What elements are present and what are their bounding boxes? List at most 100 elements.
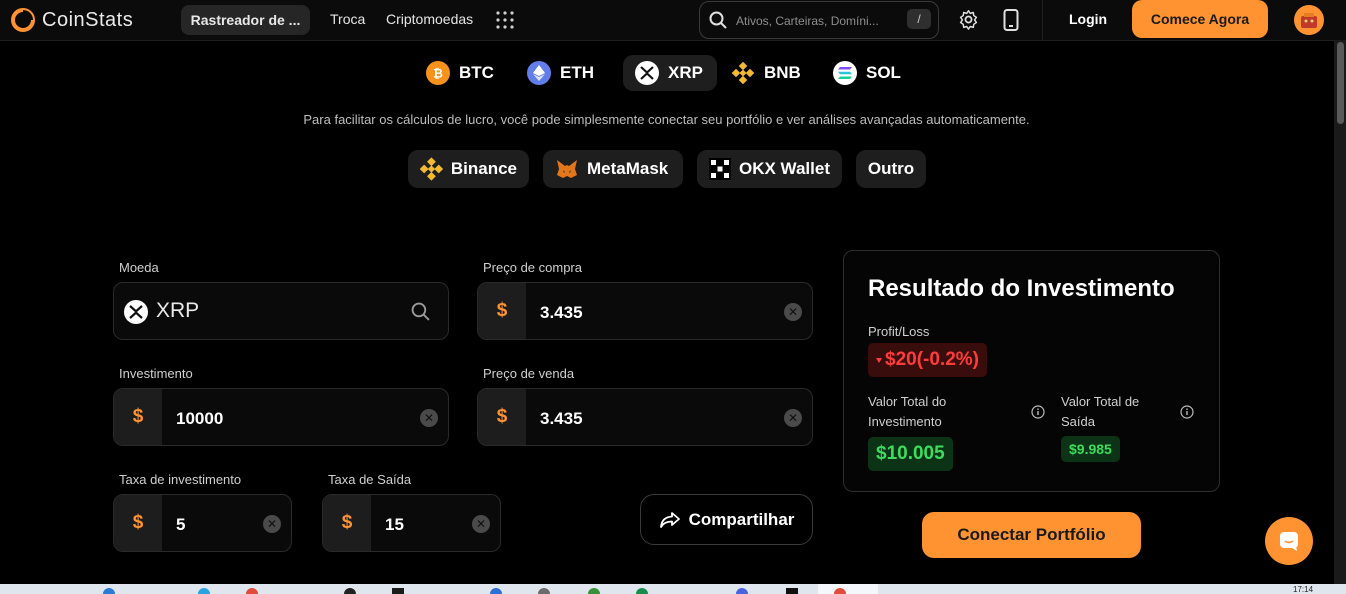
- svg-text:₿: ₿: [433, 67, 443, 81]
- taskbar-app-icon[interactable]: [246, 588, 258, 594]
- avatar-icon: [1301, 13, 1317, 28]
- sell-price-input[interactable]: [538, 407, 762, 431]
- taskbar-app-icon[interactable]: [103, 588, 115, 594]
- dollar-sign: $: [323, 495, 371, 551]
- get-started-button[interactable]: Comece Agora: [1132, 0, 1268, 38]
- nav-cryptocurrencies[interactable]: Criptomoedas: [386, 11, 473, 27]
- exit-fee-input[interactable]: [383, 513, 467, 537]
- tab-xrp[interactable]: XRP: [623, 55, 717, 91]
- total-investment-label: Valor Total do Investimento: [868, 394, 947, 429]
- brand-name: CoinStats: [42, 8, 134, 31]
- selected-coin: XRP: [156, 299, 200, 322]
- taskbar-app-icon[interactable]: [392, 588, 404, 594]
- taskbar-active-app[interactable]: [818, 584, 878, 594]
- binance-icon: [420, 157, 443, 181]
- top-header: CoinStats Rastreador de ... Troca Cripto…: [0, 0, 1346, 41]
- tab-label: SOL: [866, 63, 901, 82]
- login-link[interactable]: Login: [1069, 11, 1107, 27]
- investment-fee-label: Taxa de investimento: [119, 472, 242, 487]
- connect-portfolio-button[interactable]: Conectar Portfólio: [922, 512, 1141, 558]
- tab-sol[interactable]: SOL: [821, 55, 915, 91]
- coin-select[interactable]: XRP: [113, 282, 449, 340]
- clear-icon[interactable]: ✕: [784, 303, 802, 321]
- total-investment-value: $10.005: [868, 437, 953, 471]
- taskbar-app-icon[interactable]: [198, 588, 210, 594]
- wallet-label: Binance: [450, 159, 517, 178]
- coin-label: Moeda: [119, 260, 159, 275]
- wallet-binance-button[interactable]: Binance: [408, 150, 529, 188]
- clear-icon[interactable]: ✕: [472, 515, 490, 533]
- header-divider: [1042, 0, 1043, 40]
- search-icon[interactable]: [411, 302, 430, 321]
- xrp-icon: [124, 300, 148, 324]
- search-input[interactable]: [734, 10, 888, 32]
- taskbar-app-icon[interactable]: [588, 588, 600, 594]
- wallet-metamask-button[interactable]: MetaMask: [543, 150, 683, 188]
- tab-eth[interactable]: ETH: [515, 55, 608, 91]
- wallet-label: OKX Wallet: [739, 159, 830, 178]
- search-icon: [709, 11, 727, 29]
- dollar-sign: $: [114, 389, 162, 445]
- taskbar-app-icon[interactable]: [636, 588, 648, 594]
- nav-tracker[interactable]: Rastreador de ...: [181, 5, 310, 35]
- ethereum-icon: [527, 61, 551, 85]
- solana-icon: [833, 61, 857, 85]
- profit-loss-badge: $20(-0.2%): [868, 343, 987, 377]
- wallet-okx-button[interactable]: OKX Wallet: [697, 150, 842, 188]
- result-title: Resultado do Investimento: [868, 275, 1175, 302]
- taskbar-app-icon[interactable]: [736, 588, 748, 594]
- os-taskbar: 17:14: [0, 584, 1346, 594]
- total-exit-value: $9.985: [1061, 436, 1120, 462]
- taskbar-clock: 17:14: [1293, 585, 1314, 594]
- apps-grid-icon[interactable]: [496, 11, 514, 29]
- clear-icon[interactable]: ✕: [784, 409, 802, 427]
- tab-label: BNB: [764, 63, 801, 82]
- info-icon[interactable]: [1031, 405, 1045, 419]
- taskbar-app-icon[interactable]: [538, 588, 550, 594]
- tab-label: BTC: [459, 63, 494, 82]
- search-box[interactable]: /: [699, 1, 939, 39]
- tab-btc[interactable]: ₿ BTC: [414, 55, 508, 91]
- info-icon[interactable]: [1180, 405, 1194, 419]
- share-button[interactable]: Compartilhar: [640, 494, 813, 545]
- taskbar-app-icon[interactable]: [786, 588, 798, 594]
- taskbar-app-icon[interactable]: [344, 588, 356, 594]
- buy-price-field[interactable]: $ ✕: [477, 282, 813, 340]
- tab-bnb[interactable]: BNB: [719, 55, 815, 91]
- okx-icon: [709, 158, 731, 180]
- investment-result-card: Resultado do Investimento Profit/Loss $2…: [843, 250, 1220, 492]
- dollar-sign: $: [478, 283, 526, 339]
- tab-label: XRP: [668, 63, 703, 82]
- clear-icon[interactable]: ✕: [263, 515, 281, 533]
- connect-hint-text: Para facilitar os cálculos de lucro, voc…: [303, 112, 1030, 127]
- search-shortcut-key: /: [907, 9, 931, 29]
- sell-price-field[interactable]: $ ✕: [477, 388, 813, 446]
- chat-support-button[interactable]: [1265, 517, 1313, 565]
- settings-gear-icon[interactable]: [958, 9, 979, 30]
- mobile-phone-icon[interactable]: [1003, 9, 1019, 31]
- avatar[interactable]: [1294, 5, 1324, 35]
- wallet-other-button[interactable]: Outro: [856, 150, 926, 188]
- share-label: Compartilhar: [688, 509, 795, 529]
- investment-fee-input[interactable]: [174, 513, 258, 537]
- investment-label: Investimento: [119, 366, 193, 381]
- brand-logo[interactable]: CoinStats: [10, 7, 133, 33]
- xrp-icon: [635, 61, 659, 85]
- exit-fee-label: Taxa de Saída: [328, 472, 412, 487]
- clear-icon[interactable]: ✕: [420, 409, 438, 427]
- bitcoin-icon: ₿: [426, 61, 450, 85]
- total-exit-label: Valor Total de Saída: [1061, 394, 1140, 429]
- wallet-label: Outro: [867, 159, 915, 178]
- investment-fee-field[interactable]: $ ✕: [113, 494, 292, 552]
- investment-input[interactable]: [174, 407, 398, 431]
- taskbar-app-icon[interactable]: [490, 588, 502, 594]
- nav-exchange[interactable]: Troca: [330, 11, 365, 27]
- investment-field[interactable]: $ ✕: [113, 388, 449, 446]
- buy-price-input[interactable]: [538, 301, 762, 325]
- dollar-sign: $: [478, 389, 526, 445]
- buy-price-label: Preço de compra: [483, 260, 582, 275]
- exit-fee-field[interactable]: $ ✕: [322, 494, 501, 552]
- down-arrow-icon: [876, 357, 882, 363]
- scrollbar-thumb[interactable]: [1337, 42, 1344, 124]
- taskbar-app-icon[interactable]: [834, 588, 846, 594]
